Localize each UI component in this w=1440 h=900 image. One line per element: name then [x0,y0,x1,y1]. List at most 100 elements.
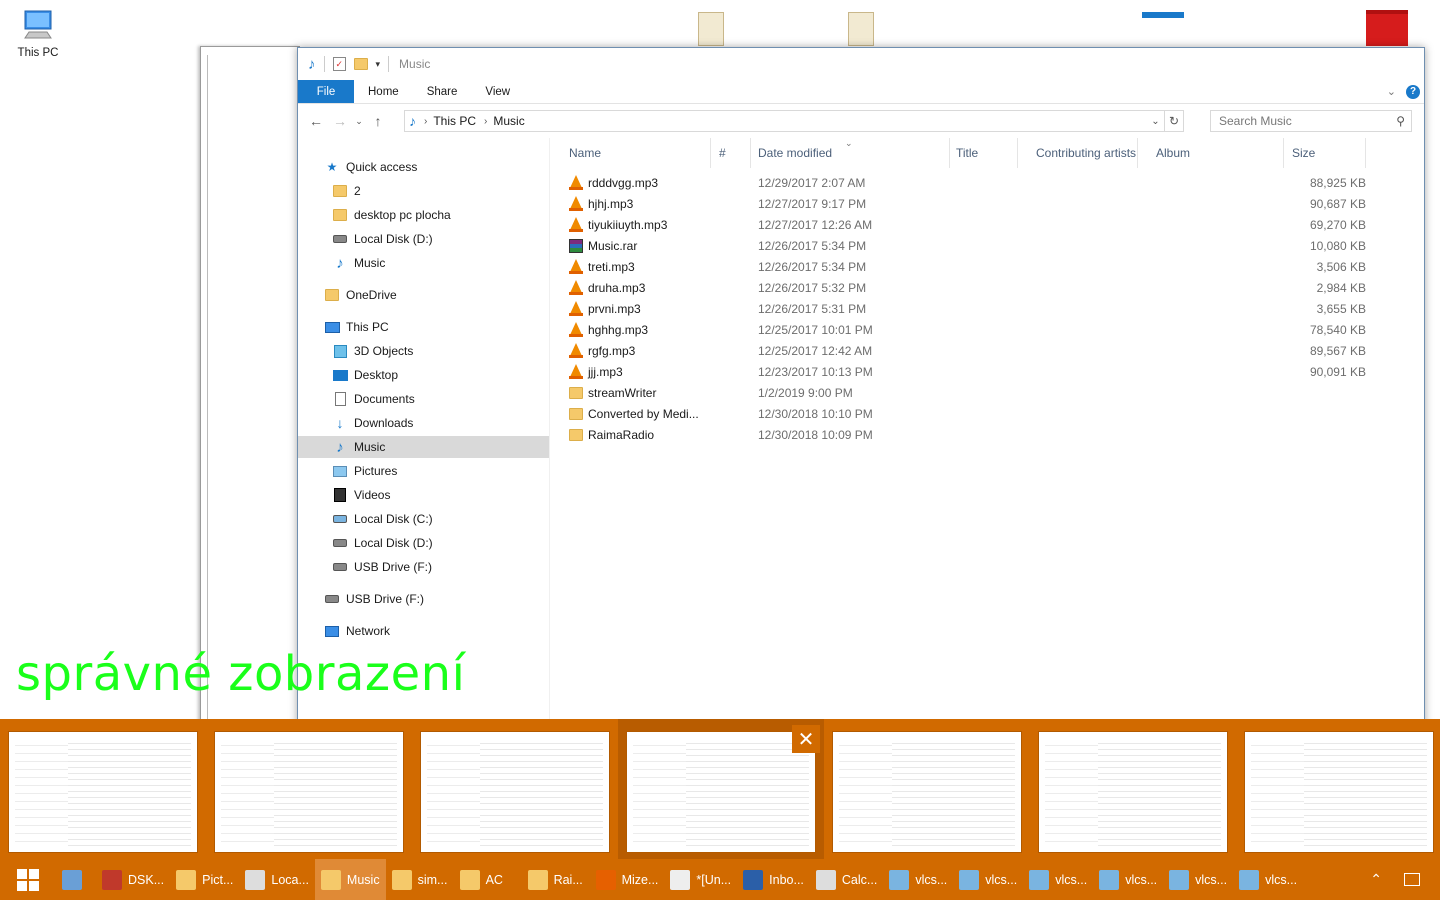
window-preview[interactable] [1038,731,1228,853]
window-preview[interactable] [832,731,1022,853]
chevron-up-icon[interactable]: ⌃ [1370,871,1382,888]
customize-toolbar-icon[interactable]: ▾ [376,59,381,70]
column-contributing-artists[interactable]: Contributing artists [1018,138,1138,168]
search-input[interactable]: Search Music ⚲ [1210,110,1412,132]
desktop-image-thumb[interactable] [848,12,874,46]
file-row[interactable]: hjhj.mp3 12/27/2017 9:17 PM 90,687 KB [551,193,1424,214]
breadcrumb-this-pc[interactable]: This PC [433,114,476,128]
nav-label: 2 [354,184,361,198]
nav-network[interactable]: Network [298,620,549,642]
nav-pictures[interactable]: Pictures [298,460,549,482]
nav-videos[interactable]: Videos [298,484,549,506]
tab-view[interactable]: View [471,80,524,103]
refresh-icon[interactable]: ↻ [1165,114,1183,128]
properties-icon[interactable]: ✓ [332,57,346,71]
taskbar-item[interactable]: vlcs... [1233,859,1303,900]
taskbar-item[interactable]: Music [314,859,386,900]
expand-ribbon-icon[interactable]: ⌄ [1387,85,1396,98]
up-arrow-icon[interactable]: ↑ [366,110,390,132]
nav-this-pc[interactable]: This PC [298,316,549,338]
nav-onedrive[interactable]: OneDrive [298,284,549,306]
taskbar-item[interactable]: Loca... [239,859,315,900]
window-preview[interactable] [420,731,610,853]
taskbar-item[interactable]: Calc... [810,859,883,900]
taskbar-item-label: vlcs... [915,872,948,887]
desktop-red-folder-icon[interactable] [1366,10,1408,46]
taskbar-item[interactable]: AC [454,859,522,900]
chevron-right-icon[interactable]: › [484,116,487,127]
nav-desktop[interactable]: Desktop [298,364,549,386]
window-preview[interactable] [1244,731,1434,853]
address-bar[interactable]: ♪ › This PC › Music ⌄ ↻ [404,110,1184,132]
column-name[interactable]: Name [551,138,711,168]
pictures-icon [332,463,348,479]
file-row[interactable]: treti.mp3 12/26/2017 5:34 PM 3,506 KB [551,256,1424,277]
nav-documents[interactable]: Documents [298,388,549,410]
start-button[interactable] [0,859,56,900]
file-row[interactable]: streamWriter 1/2/2019 9:00 PM [551,382,1424,403]
nav-quick-access[interactable]: ★ Quick access [298,156,549,178]
folder-icon [176,869,197,890]
taskbar-item[interactable]: vlcs... [1023,859,1093,900]
window-preview[interactable] [214,731,404,853]
column-title[interactable]: Title [938,138,1018,168]
notification-icon[interactable] [1404,873,1420,886]
file-row[interactable]: jjj.mp3 12/23/2017 10:13 PM 90,091 KB [551,361,1424,382]
nav-3d-objects[interactable]: 3D Objects [298,340,549,362]
forward-arrow-icon[interactable]: → [328,110,352,132]
file-row[interactable]: RaimaRadio 12/30/2018 10:09 PM [551,424,1424,445]
nav-downloads[interactable]: ↓ Downloads [298,412,549,434]
nav-desktop-pc-plocha[interactable]: desktop pc plocha [298,204,549,226]
taskbar-item[interactable]: Inbo... [737,859,810,900]
recent-locations-icon[interactable]: ⌄ [352,110,366,132]
file-row[interactable]: rgfg.mp3 12/25/2017 12:42 AM 89,567 KB [551,340,1424,361]
nav-usb-drive-f[interactable]: USB Drive (F:) [298,588,549,610]
file-row[interactable]: tiyukiiuyth.mp3 12/27/2017 12:26 AM 69,270… [551,214,1424,235]
nav-local-disk-d-quick[interactable]: Local Disk (D:) [298,228,549,250]
file-row[interactable]: Converted by Medi... 12/30/2018 10:10 PM [551,403,1424,424]
tab-home[interactable]: Home [354,80,413,103]
column-album[interactable]: Album [1138,138,1284,168]
nav-usb-drive-f-thispc[interactable]: USB Drive (F:) [298,556,549,578]
tab-share[interactable]: Share [413,80,472,103]
help-icon[interactable]: ? [1406,84,1420,99]
file-row[interactable]: rdddvgg.mp3 12/29/2017 2:07 AM 88,925 KB [551,172,1424,193]
window-preview[interactable] [626,731,816,853]
chevron-right-icon[interactable]: › [424,116,427,127]
desktop-image-thumb[interactable] [698,12,724,46]
taskbar-item[interactable]: vlcs... [1093,859,1163,900]
nav-music[interactable]: ♪ Music [298,436,549,458]
taskbar-item[interactable]: Mize... [590,859,665,900]
folder-icon [332,207,348,223]
file-name-cell: druha.mp3 [569,277,645,298]
desktop-this-pc-shortcut[interactable]: This PC [10,8,66,59]
column-size[interactable]: Size [1274,138,1366,168]
taskbar-item[interactable]: sim... [386,859,454,900]
vlc-icon [569,343,583,358]
address-dropdown-icon[interactable]: ⌄ [1147,111,1165,131]
nav-music-quick[interactable]: ♪ Music [298,252,549,274]
taskbar-item[interactable] [56,859,96,900]
pane-divider[interactable] [549,138,550,726]
window-preview[interactable] [8,731,198,853]
taskbar-item[interactable]: Rai... [522,859,590,900]
taskbar-item[interactable]: *[Un... [664,859,737,900]
taskbar-item[interactable]: vlcs... [1163,859,1233,900]
taskbar-item[interactable]: Pict... [170,859,239,900]
new-folder-icon[interactable] [353,58,368,70]
file-row[interactable]: hghhg.mp3 12/25/2017 10:01 PM 78,540 KB [551,319,1424,340]
file-row[interactable]: prvni.mp3 12/26/2017 5:31 PM 3,655 KB [551,298,1424,319]
file-row[interactable]: Music.rar 12/26/2017 5:34 PM 10,080 KB [551,235,1424,256]
back-arrow-icon[interactable]: ← [304,110,328,132]
nav-local-disk-d[interactable]: Local Disk (D:) [298,532,549,554]
nav-label: USB Drive (F:) [346,592,424,606]
taskbar-item[interactable]: DSK... [96,859,170,900]
close-icon[interactable]: ✕ [792,725,820,753]
breadcrumb-music[interactable]: Music [493,114,524,128]
nav-local-disk-c[interactable]: Local Disk (C:) [298,508,549,530]
tab-file[interactable]: File [298,80,354,103]
taskbar-item[interactable]: vlcs... [883,859,953,900]
taskbar-item[interactable]: vlcs... [953,859,1023,900]
file-row[interactable]: druha.mp3 12/26/2017 5:32 PM 2,984 KB [551,277,1424,298]
nav-folder-2[interactable]: 2 [298,180,549,202]
